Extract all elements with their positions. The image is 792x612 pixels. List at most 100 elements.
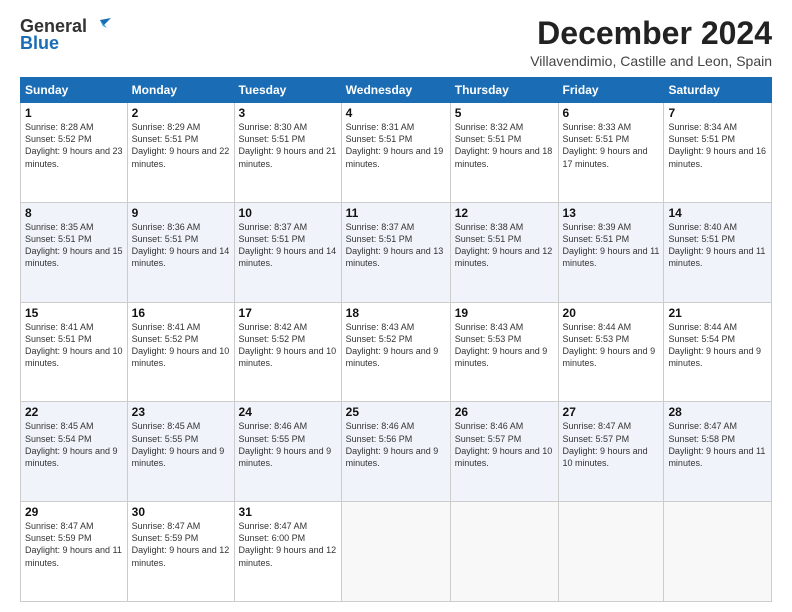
- col-friday: Friday: [558, 78, 664, 103]
- day-number: 30: [132, 505, 230, 519]
- day-number: 4: [346, 106, 446, 120]
- calendar-table: Sunday Monday Tuesday Wednesday Thursday…: [20, 77, 772, 602]
- table-row: 3 Sunrise: 8:30 AMSunset: 5:51 PMDaylight…: [234, 103, 341, 203]
- table-row: 31Sunrise: 8:47 AMSunset: 6:00 PMDayligh…: [234, 502, 341, 602]
- day-number: 19: [455, 306, 554, 320]
- table-row: 19 Sunrise: 8:43 AMSunset: 5:53 PMDayligh…: [450, 302, 558, 402]
- day-number: 10: [239, 206, 337, 220]
- col-sunday: Sunday: [21, 78, 128, 103]
- day-info: Sunrise: 8:45 AMSunset: 5:54 PMDaylight:…: [25, 421, 118, 467]
- calendar-week-row: 22 Sunrise: 8:45 AMSunset: 5:54 PMDayligh…: [21, 402, 772, 502]
- day-number: 11: [346, 206, 446, 220]
- day-number: 7: [668, 106, 767, 120]
- day-number: 14: [668, 206, 767, 220]
- day-info: Sunrise: 8:46 AMSunset: 5:55 PMDaylight:…: [239, 421, 332, 467]
- table-row: 21 Sunrise: 8:44 AMSunset: 5:54 PMDayligh…: [664, 302, 772, 402]
- table-row: 1 Sunrise: 8:28 AMSunset: 5:52 PMDaylight…: [21, 103, 128, 203]
- month-title: December 2024: [530, 16, 772, 51]
- table-row: [664, 502, 772, 602]
- col-monday: Monday: [127, 78, 234, 103]
- day-number: 16: [132, 306, 230, 320]
- table-row: 24 Sunrise: 8:46 AMSunset: 5:55 PMDayligh…: [234, 402, 341, 502]
- day-info: Sunrise: 8:37 AMSunset: 5:51 PMDaylight:…: [346, 222, 444, 268]
- day-number: 8: [25, 206, 123, 220]
- calendar-week-row: 15Sunrise: 8:41 AMSunset: 5:51 PMDayligh…: [21, 302, 772, 402]
- day-info: Sunrise: 8:46 AMSunset: 5:57 PMDaylight:…: [455, 421, 553, 467]
- table-row: 17 Sunrise: 8:42 AMSunset: 5:52 PMDayligh…: [234, 302, 341, 402]
- table-row: 30 Sunrise: 8:47 AMSunset: 5:59 PMDayligh…: [127, 502, 234, 602]
- day-number: 25: [346, 405, 446, 419]
- day-info: Sunrise: 8:28 AMSunset: 5:52 PMDaylight:…: [25, 122, 123, 168]
- table-row: 2Sunrise: 8:29 AMSunset: 5:51 PMDaylight…: [127, 103, 234, 203]
- col-saturday: Saturday: [664, 78, 772, 103]
- day-info: Sunrise: 8:33 AMSunset: 5:51 PMDaylight:…: [563, 122, 648, 168]
- col-tuesday: Tuesday: [234, 78, 341, 103]
- day-info: Sunrise: 8:32 AMSunset: 5:51 PMDaylight:…: [455, 122, 553, 168]
- header: General Blue December 2024 Villavendimio…: [20, 16, 772, 69]
- day-info: Sunrise: 8:42 AMSunset: 5:52 PMDaylight:…: [239, 322, 337, 368]
- day-info: Sunrise: 8:46 AMSunset: 5:56 PMDaylight:…: [346, 421, 439, 467]
- day-number: 23: [132, 405, 230, 419]
- day-info: Sunrise: 8:47 AMSunset: 5:59 PMDaylight:…: [132, 521, 230, 567]
- logo-blue: Blue: [20, 33, 59, 54]
- table-row: [450, 502, 558, 602]
- day-info: Sunrise: 8:40 AMSunset: 5:51 PMDaylight:…: [668, 222, 765, 268]
- table-row: 14 Sunrise: 8:40 AMSunset: 5:51 PMDayligh…: [664, 202, 772, 302]
- table-row: 10Sunrise: 8:37 AMSunset: 5:51 PMDayligh…: [234, 202, 341, 302]
- day-info: Sunrise: 8:45 AMSunset: 5:55 PMDaylight:…: [132, 421, 225, 467]
- day-info: Sunrise: 8:31 AMSunset: 5:51 PMDaylight:…: [346, 122, 444, 168]
- day-number: 22: [25, 405, 123, 419]
- day-number: 21: [668, 306, 767, 320]
- day-number: 18: [346, 306, 446, 320]
- table-row: 12 Sunrise: 8:38 AMSunset: 5:51 PMDayligh…: [450, 202, 558, 302]
- day-number: 9: [132, 206, 230, 220]
- calendar-week-row: 8 Sunrise: 8:35 AMSunset: 5:51 PMDaylight…: [21, 202, 772, 302]
- day-number: 24: [239, 405, 337, 419]
- day-info: Sunrise: 8:43 AMSunset: 5:53 PMDaylight:…: [455, 322, 548, 368]
- day-info: Sunrise: 8:30 AMSunset: 5:51 PMDaylight:…: [239, 122, 337, 168]
- calendar-week-row: 29 Sunrise: 8:47 AMSunset: 5:59 PMDayligh…: [21, 502, 772, 602]
- table-row: 6 Sunrise: 8:33 AMSunset: 5:51 PMDaylight…: [558, 103, 664, 203]
- day-number: 5: [455, 106, 554, 120]
- table-row: 20 Sunrise: 8:44 AMSunset: 5:53 PMDayligh…: [558, 302, 664, 402]
- day-number: 26: [455, 405, 554, 419]
- table-row: 7 Sunrise: 8:34 AMSunset: 5:51 PMDaylight…: [664, 103, 772, 203]
- col-thursday: Thursday: [450, 78, 558, 103]
- day-info: Sunrise: 8:38 AMSunset: 5:51 PMDaylight:…: [455, 222, 553, 268]
- table-row: 9 Sunrise: 8:36 AMSunset: 5:51 PMDaylight…: [127, 202, 234, 302]
- table-row: 16Sunrise: 8:41 AMSunset: 5:52 PMDayligh…: [127, 302, 234, 402]
- table-row: [341, 502, 450, 602]
- day-info: Sunrise: 8:34 AMSunset: 5:51 PMDaylight:…: [668, 122, 766, 168]
- day-info: Sunrise: 8:44 AMSunset: 5:53 PMDaylight:…: [563, 322, 656, 368]
- day-info: Sunrise: 8:47 AMSunset: 5:59 PMDaylight:…: [25, 521, 122, 567]
- table-row: 5 Sunrise: 8:32 AMSunset: 5:51 PMDaylight…: [450, 103, 558, 203]
- table-row: 25 Sunrise: 8:46 AMSunset: 5:56 PMDayligh…: [341, 402, 450, 502]
- table-row: 8 Sunrise: 8:35 AMSunset: 5:51 PMDaylight…: [21, 202, 128, 302]
- day-number: 6: [563, 106, 660, 120]
- day-info: Sunrise: 8:44 AMSunset: 5:54 PMDaylight:…: [668, 322, 761, 368]
- title-block: December 2024 Villavendimio, Castille an…: [530, 16, 772, 69]
- day-number: 3: [239, 106, 337, 120]
- table-row: 28Sunrise: 8:47 AMSunset: 5:58 PMDayligh…: [664, 402, 772, 502]
- table-row: 27Sunrise: 8:47 AMSunset: 5:57 PMDayligh…: [558, 402, 664, 502]
- day-number: 15: [25, 306, 123, 320]
- table-row: 11 Sunrise: 8:37 AMSunset: 5:51 PMDayligh…: [341, 202, 450, 302]
- page: General Blue December 2024 Villavendimio…: [0, 0, 792, 612]
- day-number: 1: [25, 106, 123, 120]
- day-number: 12: [455, 206, 554, 220]
- day-number: 29: [25, 505, 123, 519]
- table-row: 15Sunrise: 8:41 AMSunset: 5:51 PMDayligh…: [21, 302, 128, 402]
- day-info: Sunrise: 8:43 AMSunset: 5:52 PMDaylight:…: [346, 322, 439, 368]
- location-subtitle: Villavendimio, Castille and Leon, Spain: [530, 53, 772, 69]
- table-row: 23 Sunrise: 8:45 AMSunset: 5:55 PMDayligh…: [127, 402, 234, 502]
- calendar-header-row: Sunday Monday Tuesday Wednesday Thursday…: [21, 78, 772, 103]
- logo: General Blue: [20, 16, 111, 54]
- day-info: Sunrise: 8:35 AMSunset: 5:51 PMDaylight:…: [25, 222, 123, 268]
- day-number: 17: [239, 306, 337, 320]
- day-info: Sunrise: 8:47 AMSunset: 5:57 PMDaylight:…: [563, 421, 648, 467]
- table-row: 26 Sunrise: 8:46 AMSunset: 5:57 PMDayligh…: [450, 402, 558, 502]
- day-info: Sunrise: 8:36 AMSunset: 5:51 PMDaylight:…: [132, 222, 230, 268]
- table-row: 4 Sunrise: 8:31 AMSunset: 5:51 PMDaylight…: [341, 103, 450, 203]
- table-row: 18 Sunrise: 8:43 AMSunset: 5:52 PMDayligh…: [341, 302, 450, 402]
- day-number: 20: [563, 306, 660, 320]
